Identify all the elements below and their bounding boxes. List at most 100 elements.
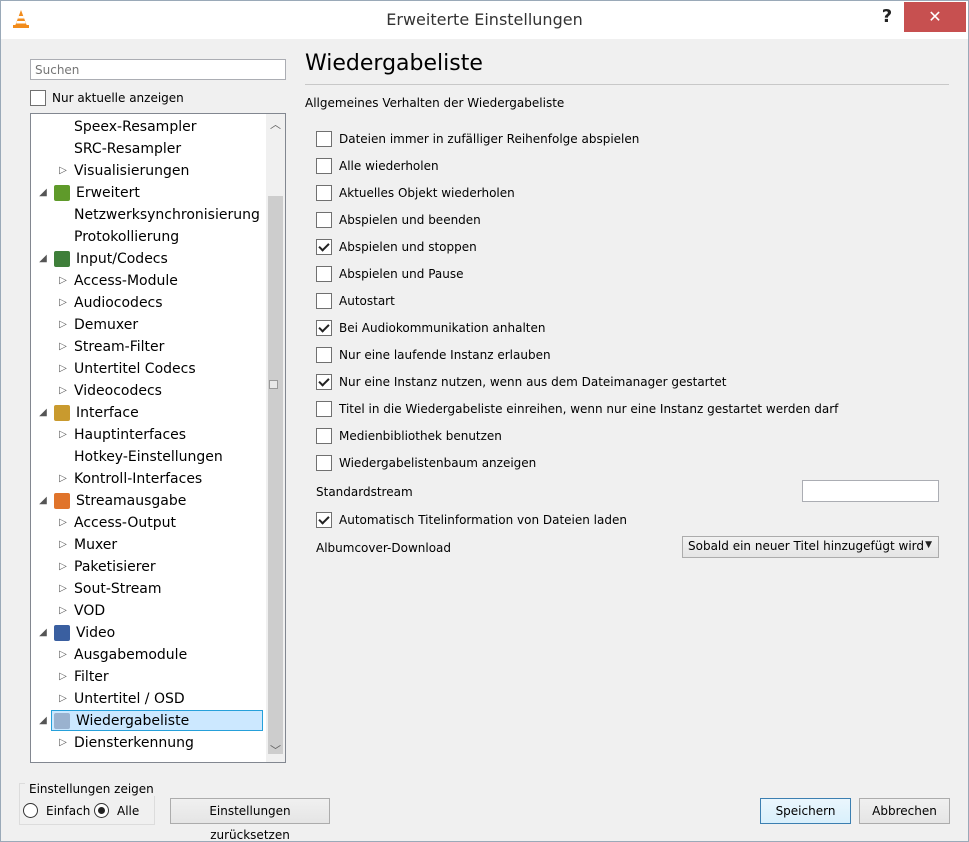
tree-item[interactable]: ▷ Muxer — [31, 534, 267, 556]
tree-item[interactable]: ▷ Kontroll-Interfaces — [31, 468, 267, 490]
option-checkbox[interactable] — [316, 428, 332, 444]
tree-item[interactable]: ▷ Demuxer — [31, 314, 267, 336]
tree-scrollbar[interactable]: ︿ ﹀ — [266, 114, 285, 762]
option-checkbox[interactable] — [316, 158, 332, 174]
option-row[interactable]: Aktuelles Objekt wiederholen — [316, 185, 515, 201]
collapsed-arrow-icon[interactable]: ▷ — [57, 600, 69, 622]
tree-item[interactable]: ◢ Video — [31, 622, 267, 644]
category-tree[interactable]: Speex-Resampler SRC-Resampler ▷ Visualisier… — [30, 113, 286, 763]
option-row[interactable]: Titel in die Wiedergabeliste einreihen, … — [316, 401, 838, 417]
collapsed-arrow-icon[interactable]: ▷ — [57, 358, 69, 380]
collapsed-arrow-icon[interactable]: ▷ — [57, 380, 69, 402]
reset-button[interactable]: Einstellungen zurücksetzen — [170, 798, 330, 842]
option-row[interactable]: Alle wiederholen — [316, 158, 439, 174]
auto-title-checkbox[interactable] — [316, 512, 332, 528]
tree-item[interactable]: Speex-Resampler — [31, 116, 267, 138]
mode-simple-radio[interactable] — [23, 803, 38, 818]
collapsed-arrow-icon[interactable]: ▷ — [57, 644, 69, 666]
option-checkbox[interactable] — [316, 293, 332, 309]
tree-item[interactable]: ▷ VOD — [31, 600, 267, 622]
tree-item[interactable]: ◢ Interface — [31, 402, 267, 424]
option-checkbox[interactable] — [316, 347, 332, 363]
tree-item[interactable]: ▷ Filter — [31, 666, 267, 688]
option-checkbox[interactable] — [316, 185, 332, 201]
option-row[interactable]: Abspielen und beenden — [316, 212, 481, 228]
tree-item[interactable]: ◢ Wiedergabeliste — [31, 710, 267, 732]
tree-item[interactable]: ▷ Sout-Stream — [31, 578, 267, 600]
tree-item[interactable]: ◢ Input/Codecs — [31, 248, 267, 270]
collapsed-arrow-icon[interactable]: ▷ — [57, 666, 69, 688]
option-row[interactable]: Nur eine laufende Instanz erlauben — [316, 347, 551, 363]
auto-title-option[interactable]: Automatisch Titelinformation von Dateien… — [316, 512, 627, 528]
collapsed-arrow-icon[interactable]: ▷ — [57, 578, 69, 600]
scroll-thumb[interactable] — [268, 196, 283, 754]
tree-item[interactable]: ◢ Streamausgabe — [31, 490, 267, 512]
expanded-arrow-icon[interactable]: ◢ — [37, 402, 49, 424]
only-current-checkbox[interactable] — [30, 90, 46, 106]
option-checkbox[interactable] — [316, 320, 332, 336]
tree-item[interactable]: ▷ Untertitel Codecs — [31, 358, 267, 380]
mode-all-radio[interactable] — [94, 803, 109, 818]
collapsed-arrow-icon[interactable]: ▷ — [57, 512, 69, 534]
tree-item[interactable]: ▷ Access-Output — [31, 512, 267, 534]
expanded-arrow-icon[interactable]: ◢ — [37, 710, 49, 732]
tree-item[interactable]: SRC-Resampler — [31, 138, 267, 160]
tree-item[interactable]: ▷ Ausgabemodule — [31, 644, 267, 666]
option-row[interactable]: Bei Audiokommunikation anhalten — [316, 320, 546, 336]
option-checkbox[interactable] — [316, 401, 332, 417]
save-button[interactable]: Speichern — [760, 798, 851, 824]
tree-item[interactable]: ▷ Hauptinterfaces — [31, 424, 267, 446]
option-row[interactable]: Abspielen und stoppen — [316, 239, 477, 255]
collapsed-arrow-icon[interactable]: ▷ — [57, 336, 69, 358]
tree-item[interactable]: ▷ Visualisierungen — [31, 160, 267, 182]
standard-stream-input[interactable] — [802, 480, 939, 502]
option-checkbox[interactable] — [316, 212, 332, 228]
option-checkbox[interactable] — [316, 131, 332, 147]
collapsed-arrow-icon[interactable]: ▷ — [57, 424, 69, 446]
tree-item[interactable]: ▷ Audiocodecs — [31, 292, 267, 314]
tree-item[interactable]: ◢ Erweitert — [31, 182, 267, 204]
option-checkbox[interactable] — [316, 239, 332, 255]
option-checkbox[interactable] — [316, 455, 332, 471]
help-button[interactable]: ? — [873, 5, 901, 29]
scroll-up-icon[interactable]: ︿ — [266, 116, 285, 133]
expanded-arrow-icon[interactable]: ◢ — [37, 622, 49, 644]
option-checkbox[interactable] — [316, 374, 332, 390]
tree-item-label: Demuxer — [74, 317, 139, 333]
option-row[interactable]: Abspielen und Pause — [316, 266, 463, 282]
collapsed-arrow-icon[interactable]: ▷ — [57, 732, 69, 754]
collapsed-arrow-icon[interactable]: ▷ — [57, 314, 69, 336]
close-button[interactable]: ✕ — [904, 2, 966, 32]
tree-item[interactable]: ▷ Untertitel / OSD — [31, 688, 267, 710]
collapsed-arrow-icon[interactable]: ▷ — [57, 688, 69, 710]
tree-item[interactable]: ▷ Paketisierer — [31, 556, 267, 578]
option-row[interactable]: Medienbibliothek benutzen — [316, 428, 502, 444]
option-checkbox[interactable] — [316, 266, 332, 282]
scroll-down-icon[interactable]: ﹀ — [266, 742, 285, 759]
collapsed-arrow-icon[interactable]: ▷ — [57, 270, 69, 292]
option-row[interactable]: Autostart — [316, 293, 395, 309]
tree-item[interactable]: ▷ Videocodecs — [31, 380, 267, 402]
search-input[interactable] — [30, 59, 286, 80]
tree-item[interactable]: Protokollierung — [31, 226, 267, 248]
tree-item[interactable]: Hotkey-Einstellungen — [31, 446, 267, 468]
option-row[interactable]: Nur eine Instanz nutzen, wenn aus dem Da… — [316, 374, 726, 390]
collapsed-arrow-icon[interactable]: ▷ — [57, 160, 69, 182]
tree-item-label: Hauptinterfaces — [74, 427, 187, 443]
tree-item[interactable]: ▷ Access-Module — [31, 270, 267, 292]
expanded-arrow-icon[interactable]: ◢ — [37, 490, 49, 512]
tree-item[interactable]: Netzwerksynchronisierung — [31, 204, 267, 226]
option-row[interactable]: Wiedergabelistenbaum anzeigen — [316, 455, 536, 471]
album-cover-dropdown[interactable]: Sobald ein neuer Titel hinzugefügt wird … — [682, 536, 939, 558]
option-row[interactable]: Dateien immer in zufälliger Reihenfolge … — [316, 131, 639, 147]
tree-item[interactable]: ▷ Stream-Filter — [31, 336, 267, 358]
tree-item[interactable]: ▷ Diensterkennung — [31, 732, 267, 754]
only-current-checkbox-row[interactable]: Nur aktuelle anzeigen — [30, 90, 184, 106]
expanded-arrow-icon[interactable]: ◢ — [37, 248, 49, 270]
collapsed-arrow-icon[interactable]: ▷ — [57, 556, 69, 578]
collapsed-arrow-icon[interactable]: ▷ — [57, 534, 69, 556]
collapsed-arrow-icon[interactable]: ▷ — [57, 468, 69, 490]
collapsed-arrow-icon[interactable]: ▷ — [57, 292, 69, 314]
expanded-arrow-icon[interactable]: ◢ — [37, 182, 49, 204]
cancel-button[interactable]: Abbrechen — [859, 798, 950, 824]
